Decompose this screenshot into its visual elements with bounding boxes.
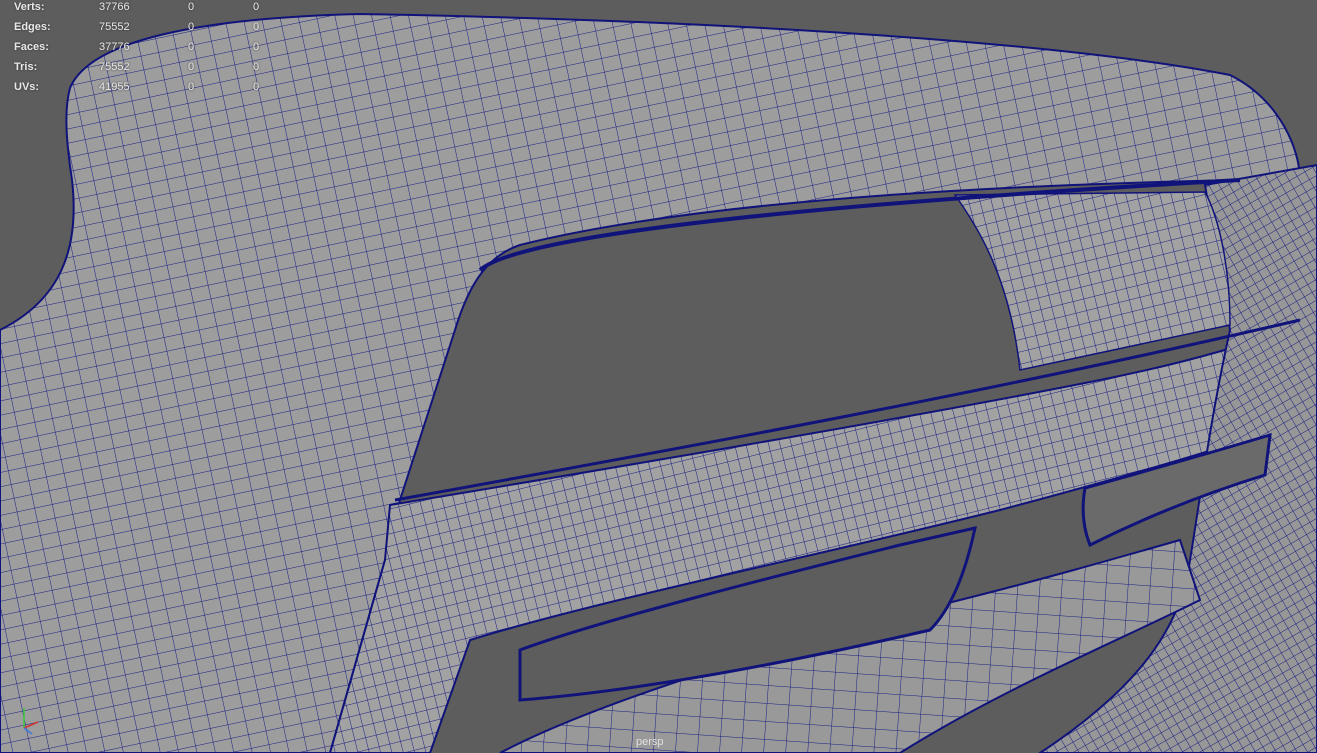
mesh-wireframe-render[interactable]	[0, 0, 1317, 753]
hud-row-uvs: UVs: 41955 0 0	[0, 80, 280, 100]
hud-label: Tris:	[14, 61, 38, 73]
hud-row-verts: Verts: 37766 0 0	[0, 0, 280, 20]
hud-label: Faces:	[14, 41, 49, 53]
hud-component-value: 0	[253, 21, 260, 33]
hud-row-faces: Faces: 37776 0 0	[0, 40, 280, 60]
hud-row-edges: Edges: 75552 0 0	[0, 20, 280, 40]
hud-total-value: 75552	[99, 21, 130, 33]
perspective-viewport[interactable]	[0, 0, 1317, 753]
hud-component-value: 0	[253, 81, 260, 93]
camera-name-label: persp	[636, 736, 664, 748]
hud-total-value: 75552	[99, 61, 130, 73]
hud-selected-value: 0	[188, 81, 195, 93]
xyz-axis-gizmo-icon	[14, 700, 48, 738]
poly-count-hud: Verts: 37766 0 0 Edges: 75552 0 0 Faces:…	[0, 0, 280, 100]
hud-component-value: 0	[253, 41, 260, 53]
hud-selected-value: 0	[188, 21, 195, 33]
hud-component-value: 0	[253, 1, 260, 13]
hud-total-value: 37776	[99, 41, 130, 53]
hud-total-value: 41955	[99, 81, 130, 93]
hud-total-value: 37766	[99, 1, 130, 13]
hud-row-tris: Tris: 75552 0 0	[0, 60, 280, 80]
hud-label: Verts:	[14, 1, 45, 13]
hud-selected-value: 0	[188, 1, 195, 13]
hud-selected-value: 0	[188, 61, 195, 73]
hud-label: UVs:	[14, 81, 40, 93]
hud-component-value: 0	[253, 61, 260, 73]
hud-label: Edges:	[14, 21, 51, 33]
inner-arch-surface	[953, 191, 1231, 371]
hud-selected-value: 0	[188, 41, 195, 53]
